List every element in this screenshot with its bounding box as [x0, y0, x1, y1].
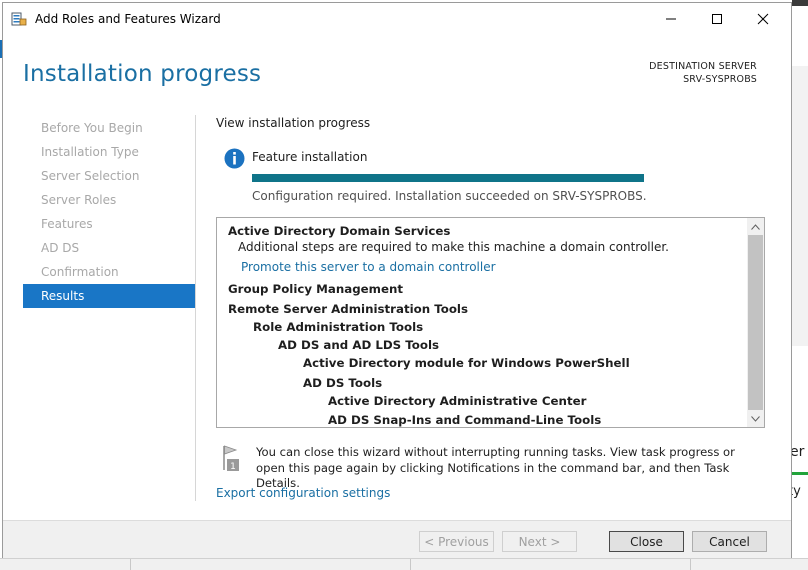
- nav-item-server-selection: Server Selection: [41, 169, 140, 183]
- wizard-window: Add Roles and Features Wizard Installati…: [2, 2, 792, 558]
- flag-notification-icon: 1: [219, 444, 245, 472]
- nav-item-installation-type: Installation Type: [41, 145, 139, 159]
- chevron-up-icon: [751, 223, 760, 230]
- results-item-ad-admin-center: Active Directory Administrative Center: [328, 394, 587, 408]
- view-progress-label: View installation progress: [216, 116, 371, 130]
- background-separator: [690, 559, 691, 570]
- progress-bar-fill: [252, 174, 644, 182]
- nav-item-ad-ds: AD DS: [41, 241, 80, 255]
- results-item-ad-snapins: AD DS Snap-Ins and Command-Line Tools: [328, 413, 602, 427]
- nav-item-features: Features: [41, 217, 93, 231]
- chevron-down-icon: [751, 415, 760, 422]
- installation-status-text: Configuration required. Installation suc…: [252, 189, 647, 203]
- window-title: Add Roles and Features Wizard: [35, 12, 221, 26]
- background-partial-text: er: [790, 444, 805, 460]
- cancel-button[interactable]: Cancel: [692, 531, 767, 552]
- scrollbar-thumb[interactable]: [748, 235, 763, 410]
- results-item-group-policy: Group Policy Management: [228, 282, 404, 296]
- background-window-fragment: [792, 66, 808, 346]
- maximize-button[interactable]: [694, 3, 740, 35]
- background-separator: [130, 559, 131, 570]
- background-separator: [410, 559, 411, 570]
- feature-installation-label: Feature installation: [252, 150, 368, 164]
- results-item-role-admin-tools: Role Administration Tools: [253, 320, 424, 334]
- info-icon: [224, 148, 245, 169]
- export-configuration-link[interactable]: Export configuration settings: [216, 486, 390, 500]
- results-item-ad-ds: Active Directory Domain Services: [228, 224, 451, 238]
- close-window-button[interactable]: [740, 3, 786, 35]
- close-icon: [757, 13, 769, 25]
- scroll-down-button[interactable]: [747, 410, 764, 427]
- results-list-box[interactable]: Active Directory Domain Services Additio…: [216, 217, 765, 428]
- nav-divider: [195, 115, 196, 501]
- close-wizard-note: You can close this wizard without interr…: [256, 445, 735, 490]
- nav-item-results[interactable]: Results: [23, 284, 195, 308]
- results-list: Active Directory Domain Services Additio…: [217, 218, 747, 427]
- destination-server-label: DESTINATION SERVER: [649, 61, 757, 72]
- scroll-up-button[interactable]: [747, 218, 764, 235]
- desktop-top-strip: [792, 0, 808, 6]
- results-item-ad-powershell: Active Directory module for Windows Powe…: [303, 356, 630, 370]
- installation-progress-bar: [252, 174, 644, 182]
- nav-item-before-you-begin: Before You Begin: [41, 121, 143, 135]
- background-bottom-strip: [0, 558, 808, 570]
- results-item-ad-ds-tools: AD DS Tools: [303, 376, 383, 390]
- results-item-rsat: Remote Server Administration Tools: [228, 302, 468, 316]
- next-button[interactable]: Next >: [502, 531, 577, 552]
- title-bar[interactable]: Add Roles and Features Wizard: [3, 3, 791, 35]
- results-item-adds-adlds-tools: AD DS and AD LDS Tools: [278, 338, 440, 352]
- destination-server-name: SRV-SYSPROBS: [683, 74, 757, 85]
- minimize-icon: [666, 18, 676, 20]
- close-button[interactable]: Close: [609, 531, 684, 552]
- results-item-note: Additional steps are required to make th…: [238, 240, 669, 254]
- wizard-steps-nav: Before You Begin Installation Type Serve…: [23, 116, 195, 308]
- minimize-button[interactable]: [648, 3, 694, 35]
- previous-button[interactable]: < Previous: [419, 531, 494, 552]
- server-manager-icon: [11, 11, 27, 27]
- promote-domain-controller-link[interactable]: Promote this server to a domain controll…: [241, 260, 496, 274]
- results-scrollbar[interactable]: [747, 218, 764, 427]
- nav-item-confirmation: Confirmation: [41, 265, 119, 279]
- maximize-icon: [712, 14, 722, 24]
- nav-item-server-roles: Server Roles: [41, 193, 117, 207]
- notification-badge-count: 1: [230, 462, 236, 472]
- page-title: Installation progress: [23, 61, 262, 87]
- wizard-footer: < Previous Next > Close Cancel: [3, 520, 791, 558]
